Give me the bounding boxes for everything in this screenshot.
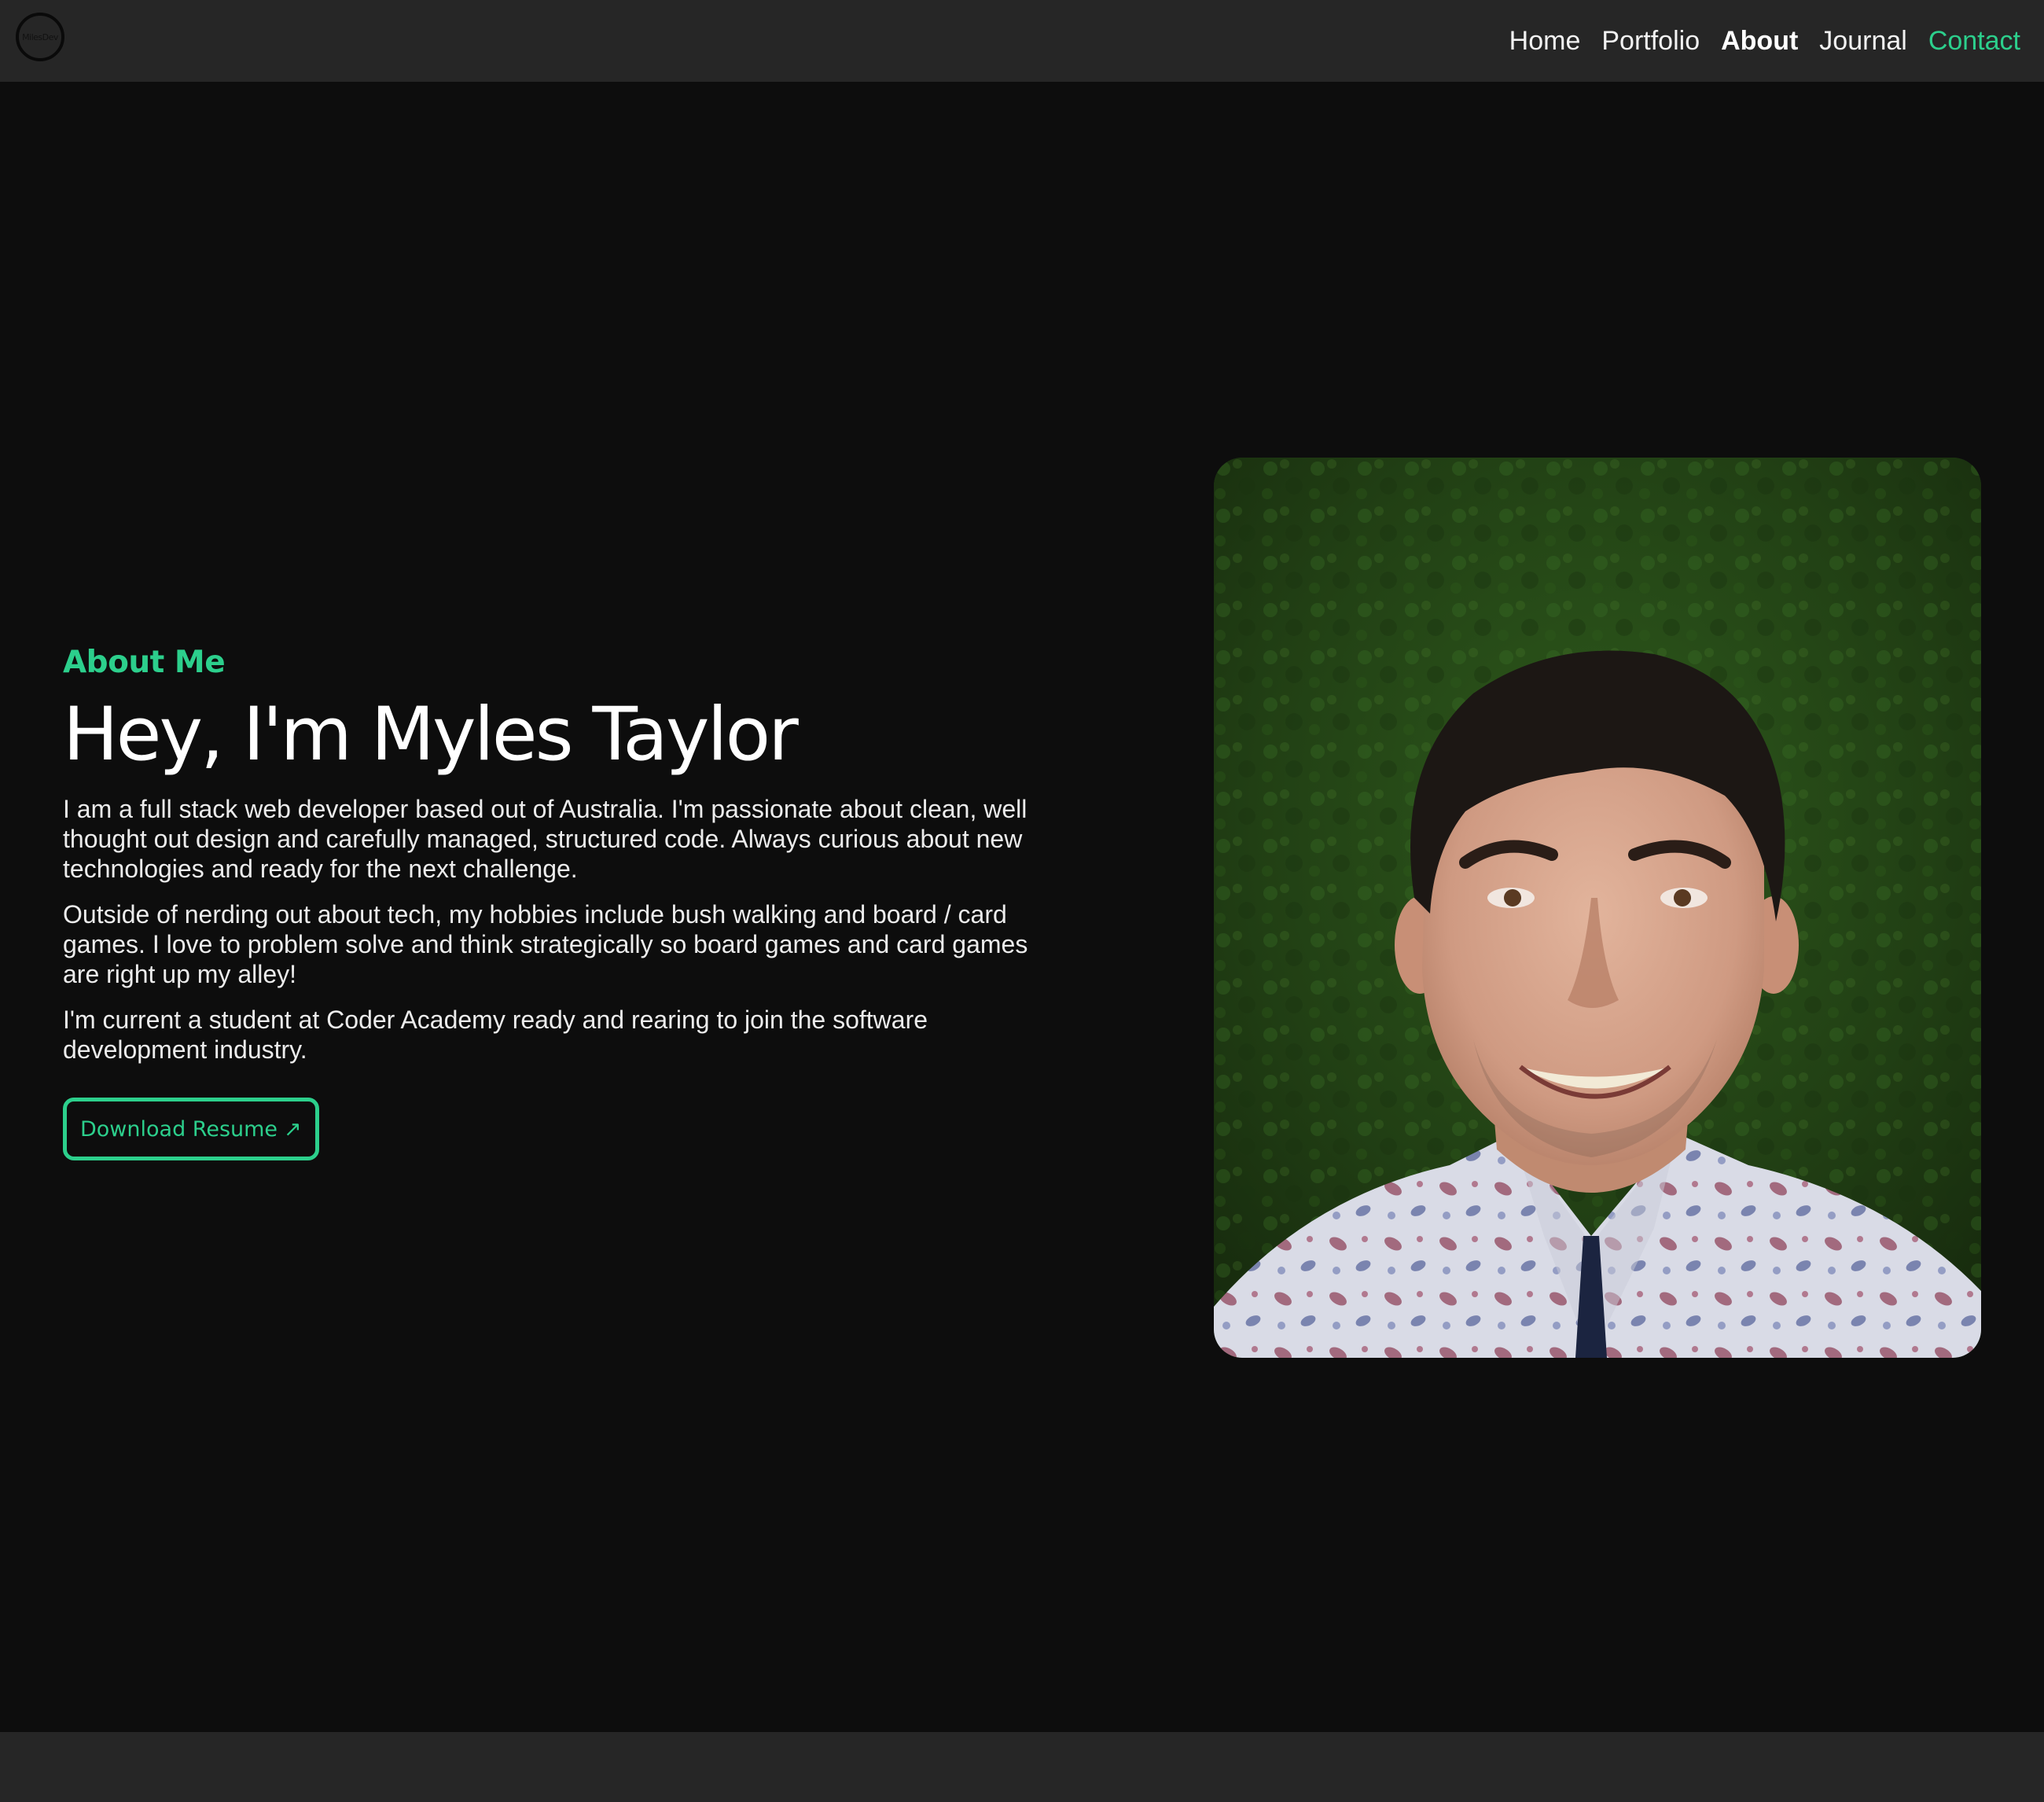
portrait-illustration <box>1214 458 1981 1358</box>
about-paragraph-2: Outside of nerding out about tech, my ho… <box>63 900 1028 989</box>
navbar: MilesDev Home Portfolio About Journal Co… <box>0 0 2044 82</box>
logo-text: MilesDev <box>22 31 58 42</box>
nav-link-home[interactable]: Home <box>1509 26 1581 57</box>
section-eyebrow: About Me <box>63 645 226 680</box>
about-paragraph-1: I am a full stack web developer based ou… <box>63 795 1028 884</box>
nav-link-portfolio[interactable]: Portfolio <box>1601 26 1700 57</box>
footer <box>0 1732 2044 1802</box>
nav-link-contact[interactable]: Contact <box>1928 26 2020 57</box>
about-paragraph-3: I'm current a student at Coder Academy r… <box>63 1006 928 1065</box>
download-resume-label: Download Resume <box>80 1116 278 1142</box>
about-text-block: About Me Hey, I'm Myles Taylor I am a fu… <box>63 645 1030 1161</box>
site-logo[interactable]: MilesDev <box>16 13 64 61</box>
page-title: Hey, I'm Myles Taylor <box>63 692 799 778</box>
profile-photo <box>1214 458 1981 1358</box>
external-arrow-icon: ↗ <box>284 1116 302 1142</box>
nav-link-about[interactable]: About <box>1721 26 1798 57</box>
nav-link-journal[interactable]: Journal <box>1819 26 1907 57</box>
nav-links: Home Portfolio About Journal Contact <box>1509 0 2020 82</box>
download-resume-button[interactable]: Download Resume ↗ <box>63 1098 319 1161</box>
